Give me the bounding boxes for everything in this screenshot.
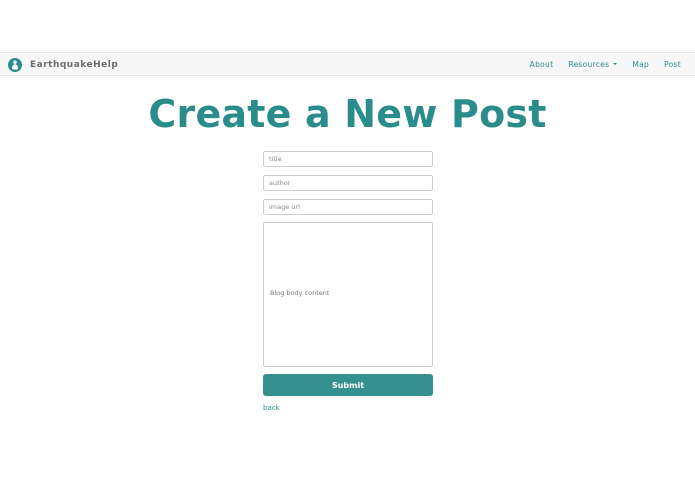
back-link[interactable]: back xyxy=(263,404,280,412)
brand-link[interactable]: EarthquakeHelp xyxy=(8,57,118,73)
body-textarea[interactable] xyxy=(263,222,433,367)
image-url-input[interactable] xyxy=(263,199,433,215)
nav-link-about[interactable]: About xyxy=(530,60,554,69)
title-input[interactable] xyxy=(263,151,433,167)
nav-link-map[interactable]: Map xyxy=(632,60,649,69)
submit-button[interactable]: Submit xyxy=(263,374,433,396)
navbar: EarthquakeHelp About Resources Map Post xyxy=(0,52,695,76)
nav-link-post[interactable]: Post xyxy=(664,60,681,69)
nav-link-resources-label: Resources xyxy=(568,59,610,69)
nav-links: About Resources Map Post xyxy=(515,53,681,75)
nav-link-resources[interactable]: Resources xyxy=(568,59,618,69)
page-title: Create a New Post xyxy=(148,92,547,136)
brand-name: EarthquakeHelp xyxy=(30,60,119,70)
house-person-icon xyxy=(8,58,22,72)
author-input[interactable] xyxy=(263,175,433,191)
caret-down-icon xyxy=(613,63,618,65)
